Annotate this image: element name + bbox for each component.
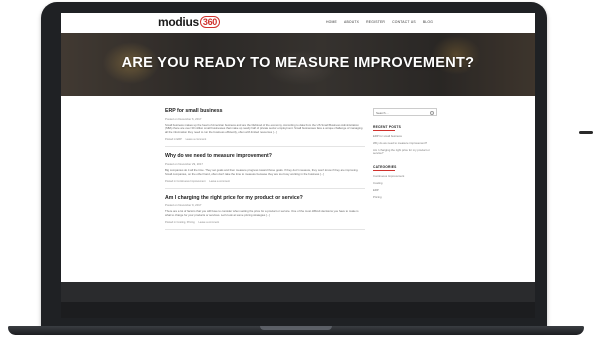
category-link[interactable]: ERP: [373, 188, 439, 193]
search-input[interactable]: Search ...: [373, 108, 437, 116]
post-comment-link[interactable]: Leave a comment: [186, 138, 207, 141]
post-item: Am I charging the right price for my pro…: [165, 195, 365, 230]
category-link[interactable]: Continuous Improvement: [373, 174, 439, 179]
post-item: Why do we need to measure improvement? P…: [165, 153, 365, 189]
nav-link-contact[interactable]: Contact Us: [392, 20, 416, 24]
sidebar: Search ... RECENT POSTS ERP for small bu…: [373, 108, 439, 202]
post-comment-link[interactable]: Leave a comment: [209, 180, 230, 183]
recent-post-link[interactable]: ERP for small business: [373, 134, 439, 139]
post-list: ERP for small business Posted on Decembe…: [165, 108, 365, 236]
nav-link-blog[interactable]: Blog: [423, 20, 433, 24]
hero-title: ARE YOU READY TO MEASURE IMPROVEMENT?: [121, 55, 475, 71]
laptop-screen: modius 360 Home Aboutx Register Contact U…: [61, 13, 535, 318]
post-footer: Posted in Continuous Improvement Leave a…: [165, 180, 365, 183]
post-excerpt: There are a lot of factors that you will…: [165, 209, 359, 217]
post-date: Posted on November 9, 2017: [165, 203, 202, 208]
site-footer: [61, 282, 535, 318]
recent-post-link[interactable]: Am I charging the right price for my pro…: [373, 148, 439, 157]
site-logo[interactable]: modius 360: [158, 15, 220, 29]
category-link[interactable]: Costing: [373, 181, 439, 186]
post-category-link[interactable]: Posted in ERP: [165, 138, 182, 141]
post-excerpt: Small business makes up the heart of Ame…: [165, 122, 363, 135]
search-icon[interactable]: [430, 110, 434, 115]
nav-link-register[interactable]: Register: [366, 20, 385, 24]
nav-link-home[interactable]: Home: [326, 20, 337, 24]
post-title[interactable]: Am I charging the right price for my pro…: [165, 195, 365, 202]
stylus-object: [579, 131, 593, 134]
main-content: ERP for small business Posted on Decembe…: [61, 96, 535, 282]
post-date: Posted on November 29, 2017: [165, 161, 203, 166]
categories-heading: CATEGORIES: [373, 165, 397, 170]
nav-links: Home Aboutx Register Contact Us Blog: [326, 20, 433, 24]
post-comment-link[interactable]: Leave a comment: [198, 221, 219, 224]
post-footer: Posted in ERP Leave a comment: [165, 138, 365, 141]
post-title[interactable]: Why do we need to measure improvement?: [165, 153, 365, 160]
recent-posts-heading: RECENT POSTS: [373, 125, 402, 129]
post-category-link[interactable]: Posted in Costing, Pricing: [165, 221, 195, 224]
logo-text: modius: [158, 15, 199, 29]
post-item: ERP for small business Posted on Decembe…: [165, 108, 365, 148]
heading-underline: [373, 170, 395, 172]
category-link[interactable]: Pricing: [373, 195, 439, 200]
laptop-notch: [260, 326, 332, 330]
post-footer: Posted in Costing, Pricing Leave a comme…: [165, 221, 365, 224]
post-title[interactable]: ERP for small business: [165, 108, 365, 115]
post-date: Posted on December 6, 2017: [165, 116, 202, 121]
post-excerpt: Big companies do it all the time. They s…: [165, 167, 359, 176]
search-placeholder: Search ...: [376, 111, 389, 115]
footer-bottom-bar: [61, 302, 535, 318]
post-category-link[interactable]: Posted in Continuous Improvement: [165, 180, 206, 183]
recent-post-link[interactable]: Why do we need to measure improvement?: [373, 141, 439, 146]
hero-banner: ARE YOU READY TO MEASURE IMPROVEMENT?: [61, 33, 535, 96]
top-navigation: modius 360 Home Aboutx Register Contact U…: [61, 13, 535, 33]
logo-badge: 360: [199, 16, 220, 28]
nav-link-about[interactable]: Aboutx: [344, 20, 359, 24]
heading-underline: [373, 130, 395, 131]
